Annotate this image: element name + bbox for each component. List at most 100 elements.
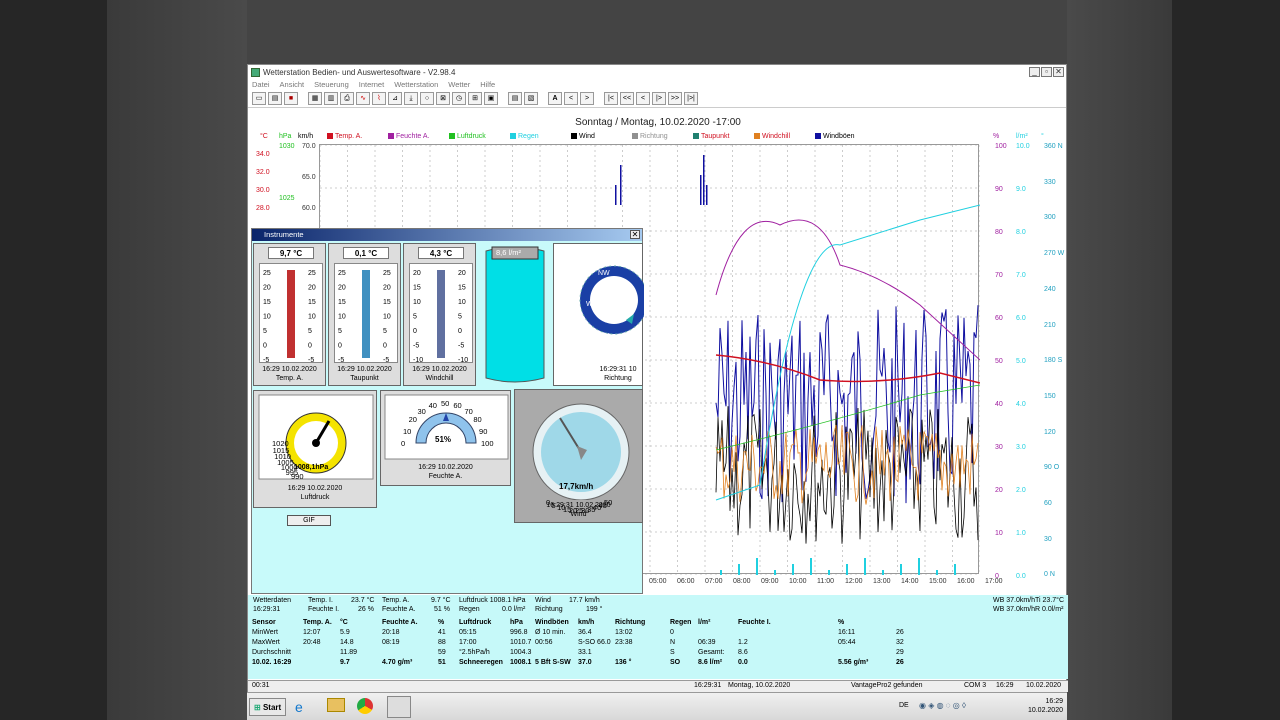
menu-internet[interactable]: Internet (359, 80, 384, 89)
title-bar: Wetterstation Bedien- und Auswertesoftwa… (248, 65, 1066, 79)
stats-cell-minwert: 996.8 (510, 629, 528, 636)
menu-hilfe[interactable]: Hilfe (480, 80, 495, 89)
y-tick-rain: 8.0 (1016, 229, 1026, 236)
circle-icon[interactable]: ○ (420, 92, 434, 105)
statusbar-device: VantagePro2 gefunden (851, 682, 923, 689)
stats-cell-current: 5 Bft S-SW (535, 659, 571, 666)
gif-button[interactable]: GIF (287, 515, 331, 526)
next-button[interactable]: > (580, 92, 594, 105)
last-button[interactable]: |>| (684, 92, 698, 105)
plot-icon[interactable]: ⊿ (388, 92, 402, 105)
tray-clock[interactable]: 16:29 10.02.2020 (1028, 697, 1063, 715)
thermo-scale-label: 10 (458, 299, 466, 306)
lang-indicator[interactable]: DE (899, 702, 909, 709)
instruments-close-button[interactable]: ✕ (630, 230, 640, 239)
stats-cell-maxwert: 88 (438, 639, 446, 646)
window-icon[interactable]: ▤ (508, 92, 522, 105)
thermo-scale-label: 5 (413, 314, 417, 321)
rain-bar (828, 570, 830, 575)
compass-nw: NW (598, 270, 610, 277)
status-feuchte-a-value: 51 % (434, 606, 450, 613)
app-window: Wetterstation Bedien- und Auswertesoftwa… (247, 64, 1068, 692)
fast-back-button[interactable]: << (620, 92, 634, 105)
chart-icon[interactable]: ∿ (356, 92, 370, 105)
y-tick-pct: 90 (995, 186, 1003, 193)
chart-title: Sonntag / Montag, 10.02.2020 -17:00 (575, 117, 741, 128)
thermo-scale-label: 0 (263, 343, 267, 350)
graph-icon[interactable]: ⌇ (372, 92, 386, 105)
fast-forward-button[interactable]: >> (668, 92, 682, 105)
close-button[interactable]: ✕ (1053, 67, 1064, 77)
open-icon[interactable]: ▤ (268, 92, 282, 105)
font-button[interactable]: A (548, 92, 562, 105)
stats-cell-header: Luftdruck (459, 619, 492, 626)
compass-sw: SW (598, 333, 610, 340)
thermo-scale-label: 20 (383, 285, 391, 292)
minimize-button[interactable]: _ (1029, 67, 1040, 77)
thermo-scale-label: 15 (338, 299, 346, 306)
dial-tick-label: 40 (428, 400, 437, 410)
compass-label: Richtung (604, 375, 632, 382)
status-feuchte-i-value: 26 % (358, 606, 374, 613)
time-icon[interactable]: ◷ (452, 92, 466, 105)
instruments-icon[interactable]: ▧ (524, 92, 538, 105)
stats-cell-minwert: 13:02 (615, 629, 633, 636)
table-icon[interactable]: ▦ (308, 92, 322, 105)
thermo-scale-label: 20 (338, 285, 346, 292)
thermo-scale-label: 15 (308, 299, 316, 306)
stats-cell-durchschnitt: Durchschnitt (252, 649, 291, 656)
stats-cell-header: l/m² (698, 619, 711, 626)
stats-cell-minwert: 12:07 (303, 629, 321, 636)
statusbar-left: 00:31 (252, 682, 270, 689)
stats-cell-maxwert: MaxWert (252, 639, 280, 646)
export-icon[interactable]: ⤓ (404, 92, 418, 105)
y-tick-rain: 0.0 (1016, 573, 1026, 580)
explorer-icon[interactable] (327, 698, 345, 712)
menu-ansicht[interactable]: Ansicht (280, 80, 305, 89)
stats-cell-durchschnitt: 33.1 (578, 649, 592, 656)
thermo-scale-label: 20 (458, 270, 466, 277)
thermo-scale-label: 20 (308, 285, 316, 292)
menu-steuerung[interactable]: Steuerung (314, 80, 349, 89)
stats-cell-header: % (438, 619, 445, 626)
grid-icon[interactable]: ▥ (324, 92, 338, 105)
weather-app-taskbar-icon[interactable] (387, 696, 411, 718)
cross-icon[interactable]: ⊠ (436, 92, 450, 105)
y-tick-dir: 240 (1044, 285, 1056, 293)
stats-cell-minwert: 05:15 (459, 629, 477, 636)
y-tick-temp: 30.0 (256, 187, 270, 194)
taupunkt-readout: 0,1 °C (343, 247, 389, 259)
menu-datei[interactable]: Datei (252, 80, 270, 89)
y-tick-pct: 40 (995, 401, 1003, 408)
first-button[interactable]: |< (604, 92, 618, 105)
wind-panel: 0 5 10 15 20 25 30 35 40 45 50 17,7km/h 16:29:31 1… (514, 389, 643, 523)
stats-cell-current: 51 (438, 659, 446, 666)
stats-cell-current: 37.0 (578, 659, 592, 666)
ie-icon[interactable]: e (295, 699, 303, 715)
stats-cell-minwert: 41 (438, 629, 446, 636)
zoom-icon[interactable]: ⊞ (468, 92, 482, 105)
statusbar-clock: 16:29 (996, 682, 1014, 689)
windchill-label: Windchill (425, 375, 454, 382)
menu-wetter[interactable]: Wetter (448, 80, 470, 89)
maximize-button[interactable]: ▫ (1041, 67, 1052, 77)
forward-button[interactable]: |> (652, 92, 666, 105)
status-regen-label: Regen (459, 606, 480, 613)
chrome-icon[interactable] (357, 698, 373, 714)
start-button[interactable]: ⊞ Start (249, 698, 287, 716)
save-icon[interactable]: ■ (284, 92, 298, 105)
print-icon[interactable]: ⎙ (340, 92, 354, 105)
status-temp-a-value: 9.7 °C (431, 597, 451, 604)
back-button[interactable]: < (636, 92, 650, 105)
prev-button[interactable]: < (564, 92, 578, 105)
layout-icon[interactable]: ▣ (484, 92, 498, 105)
dial-tick-label: 0 (401, 439, 406, 448)
menu-wetterstation[interactable]: Wetterstation (394, 80, 438, 89)
x-tick-label: 06:00 (677, 578, 695, 585)
status-richtung-label: Richtung (535, 606, 563, 613)
rain-bar (756, 558, 758, 575)
tray-icons[interactable]: ◉ ◈ ◍ ◌ ◎ ◊ (919, 701, 966, 710)
app-icon (251, 67, 260, 77)
new-icon[interactable]: ▭ (252, 92, 266, 105)
y-tick-pct: 50 (995, 358, 1003, 365)
